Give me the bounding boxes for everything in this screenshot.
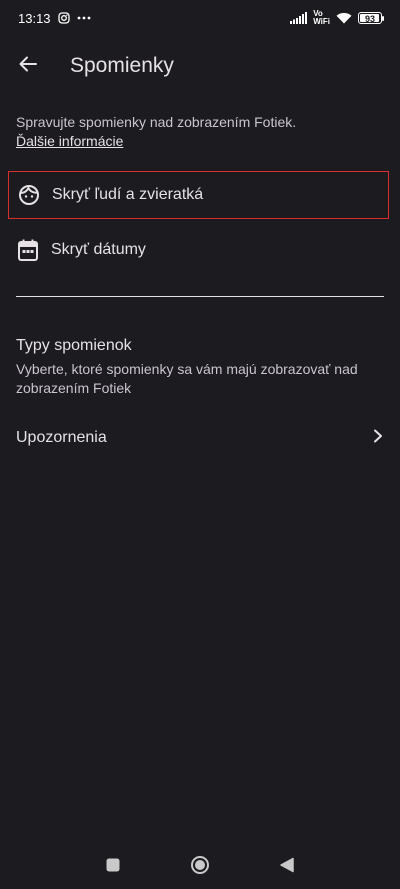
hide-dates-option[interactable]: Skryť dátumy xyxy=(8,226,389,274)
vowifi-bottom: WiFi xyxy=(313,17,330,26)
memory-types-subtitle: Vyberte, ktoré spomienky sa vám majú zob… xyxy=(16,361,358,396)
description-text: Spravujte spomienky nad zobrazením Fotie… xyxy=(16,114,297,130)
memory-types-item[interactable]: Typy spomienok Vyberte, ktoré spomienky … xyxy=(16,336,384,398)
app-bar: Spomienky xyxy=(0,36,400,96)
hide-dates-label: Skryť dátumy xyxy=(51,241,146,258)
more-horiz-icon xyxy=(77,16,91,20)
description: Spravujte spomienky nad zobrazením Fotie… xyxy=(16,113,384,151)
square-icon xyxy=(106,858,120,872)
back-nav-button[interactable] xyxy=(263,841,311,889)
calendar-icon xyxy=(8,239,48,261)
status-bar: 13:13 Vo WiFi 93 xyxy=(0,0,400,36)
circle-icon xyxy=(191,856,209,874)
system-nav-bar xyxy=(0,841,400,889)
hide-people-pets-option[interactable]: Skryť ľudí a zvieratká xyxy=(8,171,389,219)
signal-icon xyxy=(290,12,308,24)
wifi-icon xyxy=(336,12,352,24)
recents-button[interactable] xyxy=(89,841,137,889)
vowifi-indicator: Vo WiFi xyxy=(313,10,330,26)
arrow-back-icon xyxy=(18,54,38,79)
notifications-label: Upozornenia xyxy=(16,429,107,446)
home-button[interactable] xyxy=(176,841,224,889)
memory-types-title: Typy spomienok xyxy=(16,337,132,354)
learn-more-link[interactable]: Ďalšie informácie xyxy=(16,132,123,151)
hide-people-pets-label: Skryť ľudí a zvieratká xyxy=(52,186,204,203)
battery-level: 93 xyxy=(364,14,375,24)
page-title: Spomienky xyxy=(70,54,174,77)
battery-icon: 93 xyxy=(358,12,384,24)
back-button[interactable] xyxy=(0,38,56,94)
notifications-item[interactable]: Upozornenia xyxy=(16,418,384,458)
divider xyxy=(16,296,384,297)
chevron-right-icon xyxy=(372,429,384,448)
status-time: 13:13 xyxy=(18,10,51,26)
triangle-icon xyxy=(280,857,294,873)
face-icon xyxy=(9,184,49,206)
instagram-icon xyxy=(57,12,70,24)
